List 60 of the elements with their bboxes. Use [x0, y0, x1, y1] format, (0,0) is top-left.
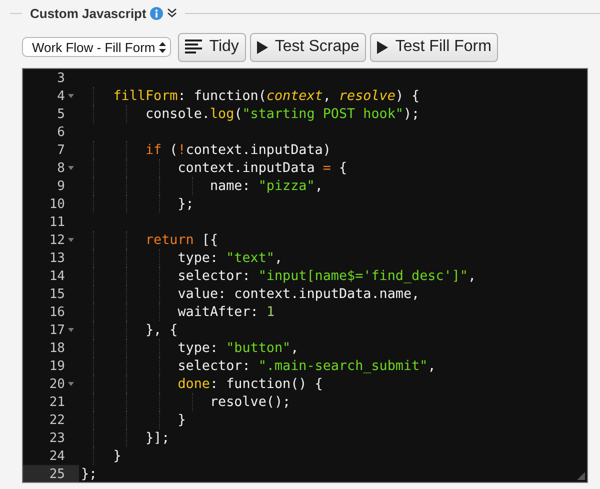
code-line: }; — [81, 467, 98, 482]
line-number: 11 — [49, 214, 65, 230]
line-number: 12 — [49, 232, 65, 248]
code-line: } — [176, 413, 186, 428]
line-number: 14 — [49, 268, 65, 284]
line-number: 21 — [49, 394, 65, 410]
line-number: 24 — [49, 448, 65, 464]
line-number: 13 — [49, 250, 65, 266]
code-line: value: context.inputData.name, — [176, 287, 420, 302]
code-line: }, { — [144, 323, 178, 338]
code-line: console.log("starting POST hook"); — [144, 107, 420, 122]
fold-arrow-icon[interactable] — [68, 94, 74, 98]
code-line: context.inputData = { — [176, 161, 348, 176]
test-button[interactable]: Test Scrape — [250, 32, 366, 62]
code-line: }]; — [144, 431, 170, 446]
line-number: 5 — [57, 106, 65, 122]
code-line: type: "text", — [176, 251, 283, 266]
code-line: type: "button", — [176, 341, 299, 356]
line-number: 3 — [57, 70, 65, 86]
code-line: }; — [176, 197, 194, 212]
code-line: selector: ".main-search_submit", — [176, 359, 436, 374]
line-number: 20 — [49, 376, 65, 392]
code-line: } — [112, 449, 122, 464]
line-number: 19 — [49, 358, 65, 374]
code-line: resolve(); — [208, 395, 291, 410]
code-line: done: function() { — [176, 377, 323, 392]
line-number: 15 — [49, 286, 65, 302]
code-line: selector: "input[name$='find_desc']", — [176, 269, 476, 284]
line-number: 10 — [49, 196, 65, 212]
code-line: if (!context.inputData) — [144, 143, 331, 158]
line-number: 18 — [49, 340, 65, 356]
code-line: waitAfter: 1 — [176, 305, 274, 320]
fold-arrow-icon[interactable] — [68, 166, 74, 170]
resize-grip-icon[interactable] — [577, 472, 585, 480]
line-number: 23 — [49, 430, 65, 446]
double-chevron-icon[interactable] — [167, 8, 178, 18]
code-line: return [{ — [144, 233, 218, 248]
line-number: 16 — [49, 304, 65, 320]
play-icon — [256, 40, 268, 54]
align-lines-icon — [185, 39, 202, 55]
updown-arrows-icon — [159, 42, 166, 52]
line-number: 4 — [57, 88, 65, 104]
test-button[interactable]: Test Fill Form — [370, 32, 498, 62]
line-number: 6 — [57, 124, 65, 140]
code-line: fillForm: function(context, resolve) { — [112, 89, 420, 104]
fold-arrow-icon[interactable] — [68, 328, 74, 332]
play-icon — [377, 40, 388, 54]
line-number: 25 — [49, 466, 65, 482]
fold-arrow-icon[interactable] — [68, 238, 74, 242]
line-number: 7 — [57, 142, 65, 158]
section-title: Custom Javascript — [30, 6, 146, 20]
workflow-select[interactable]: Work Flow - Fill Form — [22, 37, 172, 57]
fold-arrow-icon[interactable] — [68, 382, 74, 386]
tidy-button[interactable]: Tidy — [178, 32, 246, 62]
code-editor[interactable] — [22, 68, 588, 483]
code-line: name: "pizza", — [208, 179, 323, 194]
line-number: 9 — [57, 178, 65, 194]
line-number: 17 — [49, 322, 65, 338]
line-number: 8 — [57, 160, 65, 176]
line-number: 22 — [49, 412, 65, 428]
